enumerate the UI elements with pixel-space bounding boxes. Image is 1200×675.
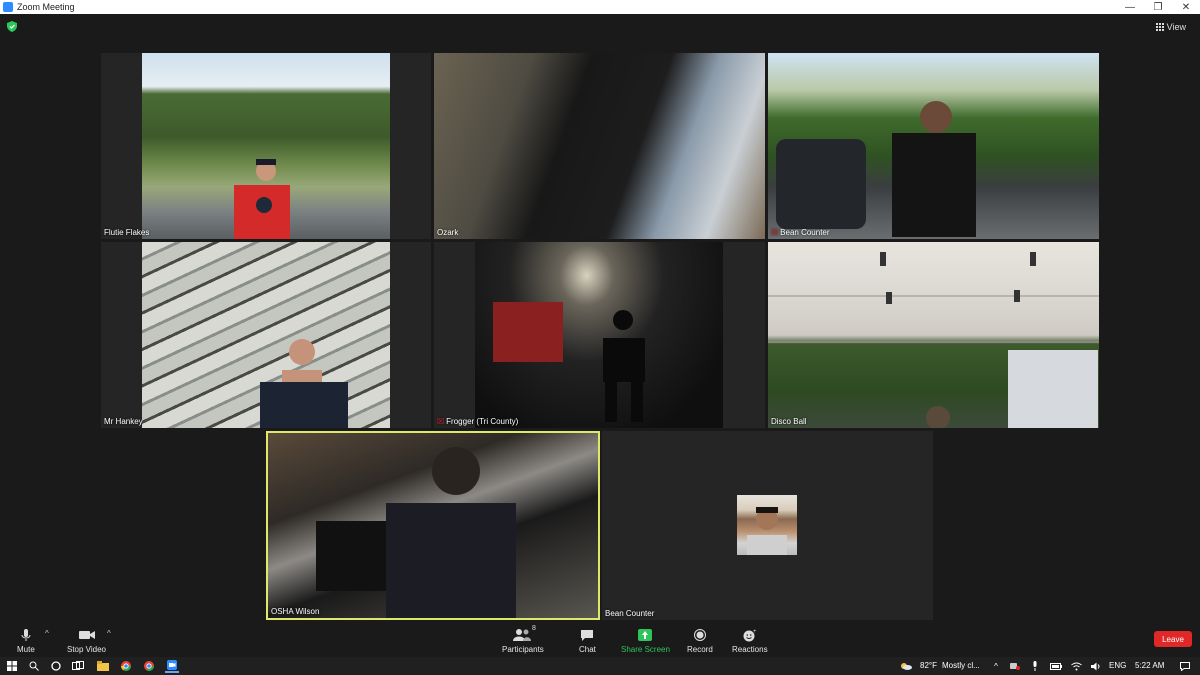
participant-video (268, 433, 598, 618)
chat-label: Chat (579, 645, 596, 654)
participant-video (475, 242, 723, 428)
participant-video (142, 53, 390, 239)
participant-video (142, 242, 390, 428)
record-label: Record (687, 645, 713, 654)
grid-view-icon (1155, 23, 1164, 31)
volume-icon[interactable] (1089, 659, 1103, 673)
participants-icon (512, 629, 531, 641)
language-indicator[interactable]: ENG (1109, 661, 1126, 670)
window-title: Zoom Meeting (17, 2, 75, 12)
participant-avatar (737, 495, 797, 555)
participant-name: Bean Counter (605, 609, 655, 618)
view-button[interactable]: View (1155, 22, 1186, 32)
view-label: View (1166, 22, 1186, 32)
chat-button[interactable]: Chat (579, 627, 596, 654)
show-hidden-icons-chevron[interactable]: ^ (990, 659, 1002, 673)
meeting-toolbar: Mute ^ Stop Video ^ Participants 8 Chat … (0, 625, 1200, 657)
video-tile-osha-wilson[interactable]: OSHA Wilson (266, 431, 600, 620)
stop-video-label: Stop Video (67, 645, 106, 654)
participant-video (434, 53, 765, 239)
title-bar: Zoom Meeting — ❐ ✕ (0, 0, 1200, 14)
windows-start-icon[interactable] (5, 659, 19, 673)
windows-taskbar: 82°F Mostly cl... ^ ENG 5:22 AM (0, 657, 1200, 675)
chat-bubble-icon (581, 630, 594, 641)
share-screen-label: Share Screen (621, 645, 670, 654)
shield-icon[interactable] (7, 21, 17, 32)
person-silhouette (493, 302, 645, 422)
muted-mic-icon: ☒ (771, 228, 779, 237)
garage-door (768, 252, 1099, 428)
participants-count: 8 (532, 625, 536, 632)
participant-name: Disco Ball (771, 417, 807, 426)
video-options-caret[interactable]: ^ (107, 629, 111, 638)
person-silhouette (260, 339, 348, 428)
participants-button[interactable]: Participants (502, 627, 544, 654)
participant-name: Flutie Flakes (104, 228, 150, 237)
search-icon[interactable] (27, 659, 41, 673)
video-tile-flutie-flakes[interactable]: Flutie Flakes (101, 53, 431, 239)
participant-name: Bean Counter (780, 228, 830, 237)
participants-label: Participants (502, 645, 544, 654)
video-tile-disco-ball[interactable]: Disco Ball (768, 242, 1099, 428)
cortana-icon[interactable] (49, 659, 63, 673)
wifi-icon[interactable] (1069, 659, 1083, 673)
notifications-icon[interactable] (1178, 659, 1192, 673)
video-tile-bean-counter[interactable]: ☒ Bean Counter (768, 53, 1099, 239)
battery-icon[interactable] (1049, 659, 1063, 673)
system-clock[interactable]: 5:22 AM (1135, 661, 1164, 670)
reactions-label: Reactions (732, 645, 768, 654)
muted-mic-icon: ☒ (437, 417, 445, 426)
video-tile-bean-counter-video-off[interactable]: Bean Counter (602, 431, 933, 620)
microphone-icon (21, 629, 31, 641)
window-controls: — ❐ ✕ (1116, 0, 1200, 14)
video-tile-frogger[interactable]: ☒ Frogger (Tri County) (434, 242, 765, 428)
reactions-button[interactable]: + Reactions (732, 627, 768, 654)
maximize-icon[interactable]: ❐ (1144, 0, 1172, 14)
chrome-icon[interactable] (119, 659, 133, 673)
video-tile-mr-hankey[interactable]: Mr Hankey (101, 242, 431, 428)
reactions-emoji-icon: + (743, 629, 757, 642)
leave-label: Leave (1162, 634, 1184, 644)
person-silhouette (776, 101, 976, 237)
file-explorer-icon[interactable] (96, 659, 110, 673)
participant-name: Frogger (Tri County) (446, 417, 519, 426)
zoom-taskbar-icon[interactable] (165, 659, 179, 673)
chrome-profile-icon[interactable] (142, 659, 156, 673)
audio-options-caret[interactable]: ^ (45, 629, 49, 638)
zoom-tray-icon[interactable] (1009, 659, 1021, 673)
task-view-icon[interactable] (71, 659, 85, 673)
record-icon (693, 629, 706, 641)
leave-button[interactable]: Leave (1154, 631, 1192, 647)
video-tile-ozark[interactable]: Ozark (434, 53, 765, 239)
zoom-app-icon (3, 2, 13, 12)
mute-button[interactable]: Mute (17, 627, 35, 654)
record-button[interactable]: Record (687, 627, 713, 654)
participant-name: Ozark (437, 228, 459, 237)
svg-text:+: + (753, 629, 757, 635)
meeting-video-area: View Flutie Flakes Ozark ☒ Bean Counter … (0, 14, 1200, 625)
weather-temperature[interactable]: 82°F (920, 661, 937, 670)
microphone-tray-icon[interactable] (1029, 659, 1041, 673)
close-icon[interactable]: ✕ (1172, 0, 1200, 14)
participant-name: Mr Hankey (104, 417, 143, 426)
person-silhouette (234, 159, 290, 239)
share-screen-icon (638, 629, 653, 641)
weather-description[interactable]: Mostly cl... (942, 661, 980, 670)
participant-video (768, 242, 1099, 428)
minimize-icon[interactable]: — (1116, 0, 1144, 14)
participant-video (768, 53, 1099, 239)
participant-name: OSHA Wilson (271, 607, 320, 616)
stop-video-button[interactable]: Stop Video (67, 627, 106, 654)
person-silhouette (316, 447, 516, 618)
video-camera-icon (78, 631, 95, 639)
mute-label: Mute (17, 645, 35, 654)
share-screen-button[interactable]: Share Screen (621, 627, 670, 654)
weather-icon[interactable] (899, 659, 913, 673)
